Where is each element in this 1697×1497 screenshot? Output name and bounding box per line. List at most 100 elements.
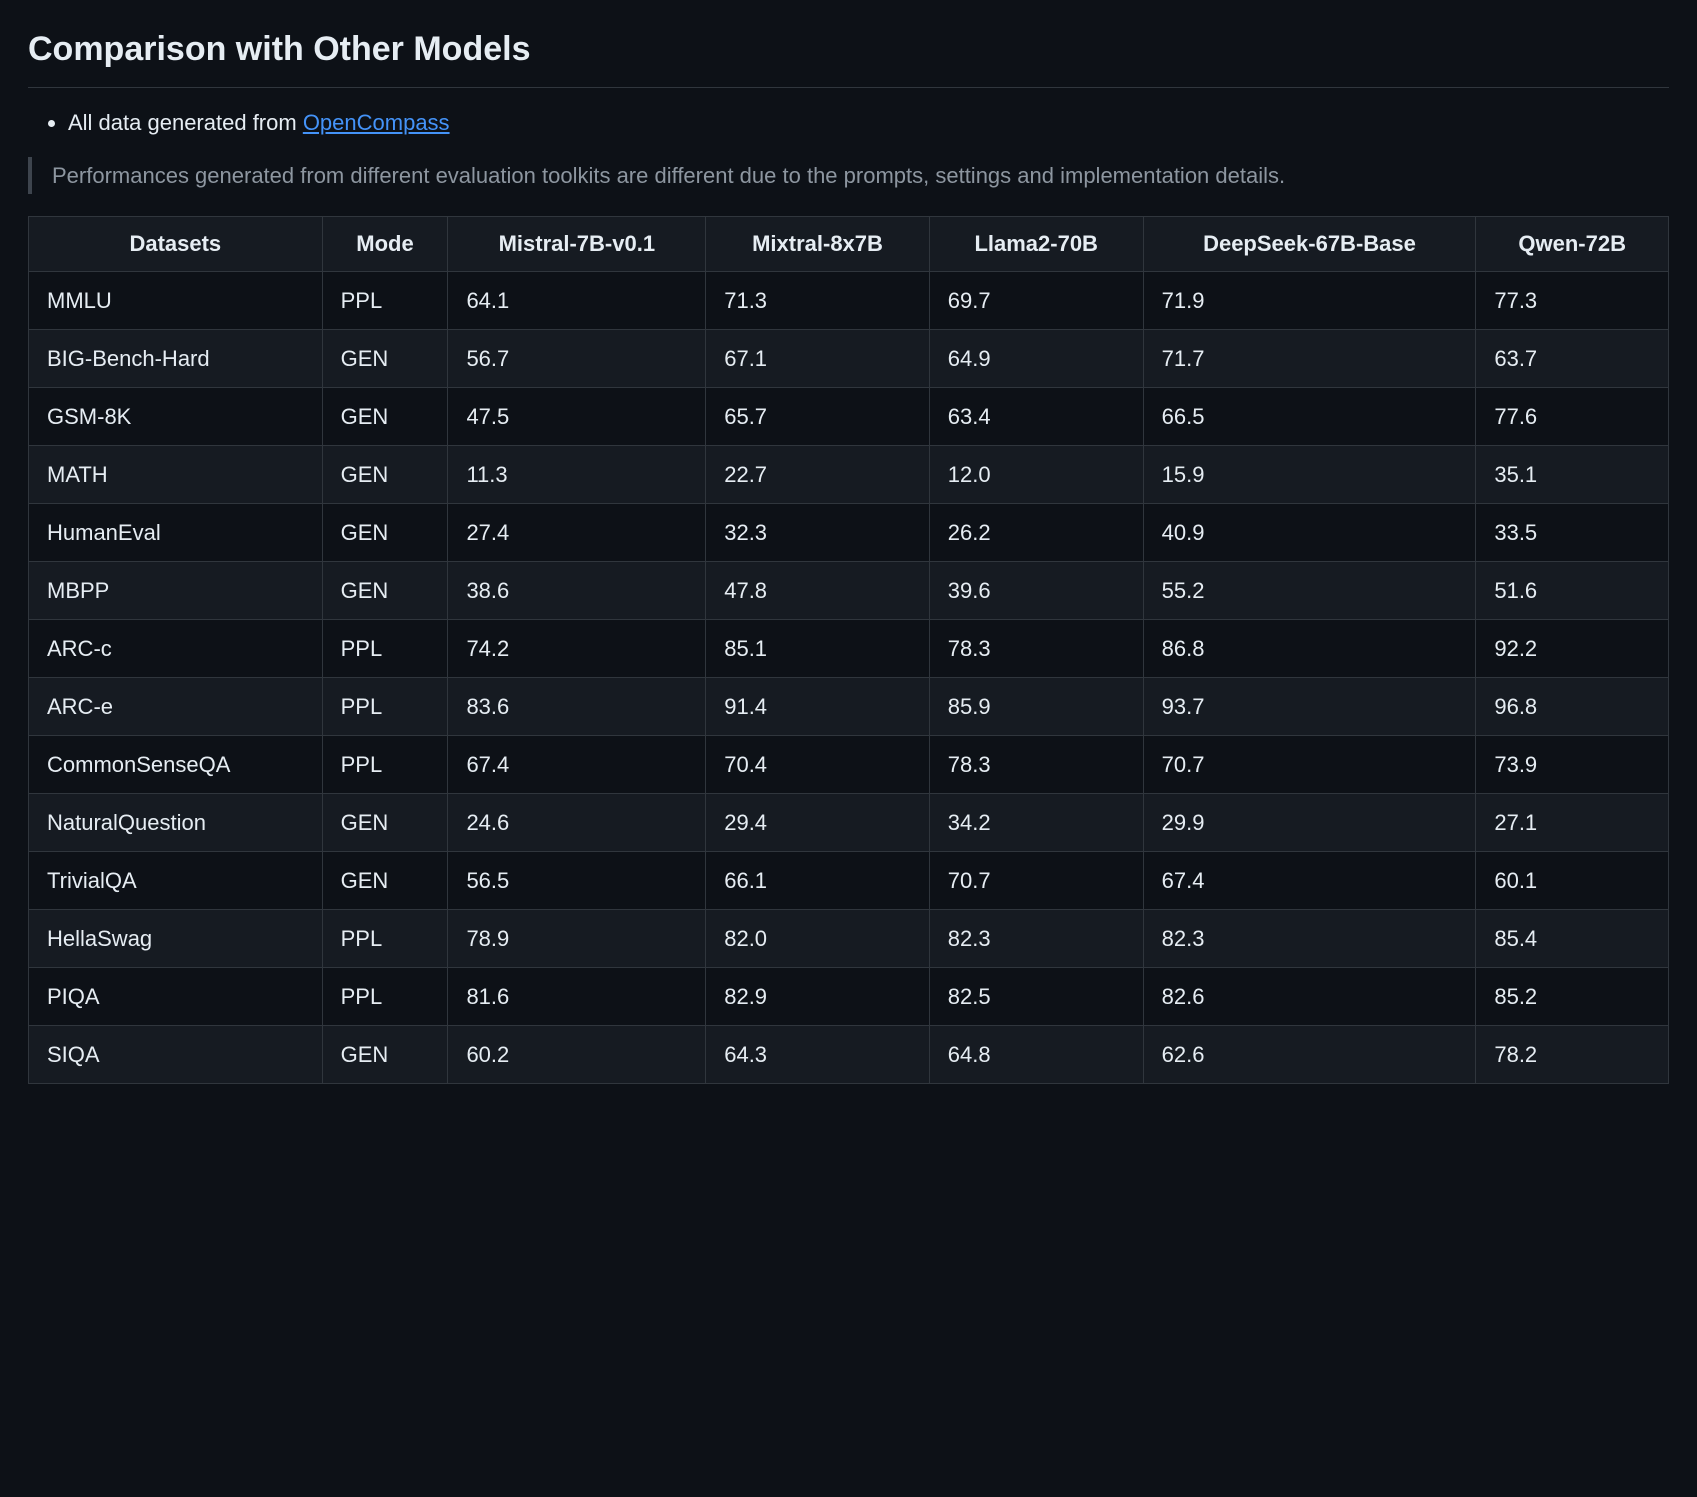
mode-cell: GEN — [322, 561, 448, 619]
value-cell: 66.1 — [706, 851, 930, 909]
value-cell: 15.9 — [1143, 445, 1476, 503]
value-cell: 71.9 — [1143, 271, 1476, 329]
value-cell: 29.9 — [1143, 793, 1476, 851]
comparison-table: DatasetsModeMistral-7B-v0.1Mixtral-8x7BL… — [28, 216, 1669, 1084]
value-cell: 38.6 — [448, 561, 706, 619]
table-row: ARC-ePPL83.691.485.993.796.8 — [29, 677, 1669, 735]
mode-cell: PPL — [322, 677, 448, 735]
table-row: GSM-8KGEN47.565.763.466.577.6 — [29, 387, 1669, 445]
dataset-cell: PIQA — [29, 967, 323, 1025]
col-header-1: Mode — [322, 217, 448, 272]
value-cell: 83.6 — [448, 677, 706, 735]
table-row: SIQAGEN60.264.364.862.678.2 — [29, 1025, 1669, 1083]
table-row: MMLUPPL64.171.369.771.977.3 — [29, 271, 1669, 329]
value-cell: 82.3 — [1143, 909, 1476, 967]
value-cell: 96.8 — [1476, 677, 1669, 735]
value-cell: 69.7 — [929, 271, 1143, 329]
value-cell: 77.6 — [1476, 387, 1669, 445]
bullet-text-prefix: All data generated from — [68, 110, 303, 135]
value-cell: 33.5 — [1476, 503, 1669, 561]
value-cell: 93.7 — [1143, 677, 1476, 735]
mode-cell: GEN — [322, 793, 448, 851]
value-cell: 60.1 — [1476, 851, 1669, 909]
dataset-cell: TrivialQA — [29, 851, 323, 909]
dataset-cell: MATH — [29, 445, 323, 503]
value-cell: 12.0 — [929, 445, 1143, 503]
bullet-item: All data generated from OpenCompass — [68, 106, 1669, 139]
mode-cell: GEN — [322, 445, 448, 503]
dataset-cell: MBPP — [29, 561, 323, 619]
value-cell: 34.2 — [929, 793, 1143, 851]
table-head: DatasetsModeMistral-7B-v0.1Mixtral-8x7BL… — [29, 217, 1669, 272]
value-cell: 35.1 — [1476, 445, 1669, 503]
value-cell: 78.9 — [448, 909, 706, 967]
value-cell: 86.8 — [1143, 619, 1476, 677]
table-row: MATHGEN11.322.712.015.935.1 — [29, 445, 1669, 503]
value-cell: 47.5 — [448, 387, 706, 445]
value-cell: 62.6 — [1143, 1025, 1476, 1083]
value-cell: 22.7 — [706, 445, 930, 503]
table-row: MBPPGEN38.647.839.655.251.6 — [29, 561, 1669, 619]
value-cell: 82.9 — [706, 967, 930, 1025]
value-cell: 70.7 — [929, 851, 1143, 909]
mode-cell: PPL — [322, 735, 448, 793]
col-header-5: DeepSeek-67B-Base — [1143, 217, 1476, 272]
value-cell: 51.6 — [1476, 561, 1669, 619]
value-cell: 27.1 — [1476, 793, 1669, 851]
bullet-list: All data generated from OpenCompass — [28, 106, 1669, 139]
value-cell: 74.2 — [448, 619, 706, 677]
table-header-row: DatasetsModeMistral-7B-v0.1Mixtral-8x7BL… — [29, 217, 1669, 272]
value-cell: 70.7 — [1143, 735, 1476, 793]
mode-cell: GEN — [322, 851, 448, 909]
value-cell: 81.6 — [448, 967, 706, 1025]
value-cell: 64.3 — [706, 1025, 930, 1083]
value-cell: 73.9 — [1476, 735, 1669, 793]
value-cell: 66.5 — [1143, 387, 1476, 445]
mode-cell: GEN — [322, 387, 448, 445]
value-cell: 78.3 — [929, 735, 1143, 793]
table-row: NaturalQuestionGEN24.629.434.229.927.1 — [29, 793, 1669, 851]
value-cell: 63.4 — [929, 387, 1143, 445]
value-cell: 92.2 — [1476, 619, 1669, 677]
table-body: MMLUPPL64.171.369.771.977.3BIG-Bench-Har… — [29, 271, 1669, 1083]
table-row: HellaSwagPPL78.982.082.382.385.4 — [29, 909, 1669, 967]
dataset-cell: ARC-c — [29, 619, 323, 677]
mode-cell: PPL — [322, 967, 448, 1025]
value-cell: 85.1 — [706, 619, 930, 677]
col-header-2: Mistral-7B-v0.1 — [448, 217, 706, 272]
value-cell: 65.7 — [706, 387, 930, 445]
dataset-cell: CommonSenseQA — [29, 735, 323, 793]
document-body: Comparison with Other Models All data ge… — [0, 0, 1697, 1124]
value-cell: 82.6 — [1143, 967, 1476, 1025]
value-cell: 40.9 — [1143, 503, 1476, 561]
col-header-0: Datasets — [29, 217, 323, 272]
col-header-4: Llama2-70B — [929, 217, 1143, 272]
value-cell: 60.2 — [448, 1025, 706, 1083]
value-cell: 56.5 — [448, 851, 706, 909]
value-cell: 64.8 — [929, 1025, 1143, 1083]
value-cell: 77.3 — [1476, 271, 1669, 329]
value-cell: 29.4 — [706, 793, 930, 851]
value-cell: 85.2 — [1476, 967, 1669, 1025]
value-cell: 85.9 — [929, 677, 1143, 735]
section-heading: Comparison with Other Models — [28, 24, 1669, 88]
value-cell: 78.3 — [929, 619, 1143, 677]
opencompass-link[interactable]: OpenCompass — [303, 110, 450, 135]
value-cell: 82.0 — [706, 909, 930, 967]
value-cell: 78.2 — [1476, 1025, 1669, 1083]
value-cell: 71.3 — [706, 271, 930, 329]
table-row: BIG-Bench-HardGEN56.767.164.971.763.7 — [29, 329, 1669, 387]
value-cell: 70.4 — [706, 735, 930, 793]
table-row: CommonSenseQAPPL67.470.478.370.773.9 — [29, 735, 1669, 793]
table-row: HumanEvalGEN27.432.326.240.933.5 — [29, 503, 1669, 561]
value-cell: 85.4 — [1476, 909, 1669, 967]
value-cell: 64.1 — [448, 271, 706, 329]
value-cell: 67.4 — [1143, 851, 1476, 909]
value-cell: 26.2 — [929, 503, 1143, 561]
value-cell: 24.6 — [448, 793, 706, 851]
col-header-6: Qwen-72B — [1476, 217, 1669, 272]
value-cell: 91.4 — [706, 677, 930, 735]
blockquote-note: Performances generated from different ev… — [28, 157, 1669, 194]
value-cell: 56.7 — [448, 329, 706, 387]
mode-cell: GEN — [322, 1025, 448, 1083]
